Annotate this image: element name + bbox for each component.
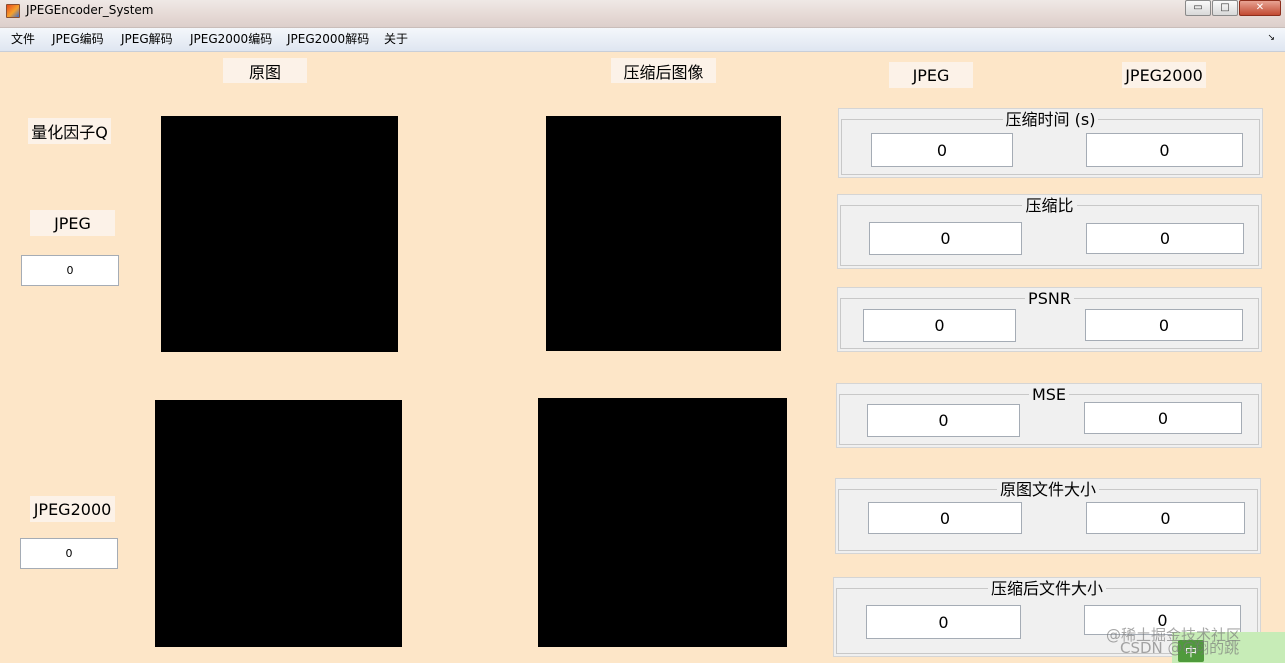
menu-about[interactable]: 关于	[384, 32, 408, 46]
jpeg2000-q-label: JPEG2000	[30, 496, 115, 522]
original-size-jpeg2000-field[interactable]: 0	[1086, 502, 1245, 534]
panel-compress-ratio: 压缩比 0 0	[837, 194, 1262, 269]
compress-time-jpeg2000-field[interactable]: 0	[1086, 133, 1243, 167]
window-controls: ▭ □ ✕	[1184, 0, 1281, 16]
compress-time-jpeg-field[interactable]: 0	[871, 133, 1013, 167]
menu-jpeg2000-decode[interactable]: JPEG2000解码	[287, 32, 369, 46]
jpeg-q-input[interactable]: 0	[21, 255, 119, 286]
panel-title: MSE	[1028, 385, 1070, 404]
panel-mse: MSE 0 0	[836, 383, 1262, 448]
psnr-jpeg-field[interactable]: 0	[863, 309, 1016, 342]
jpeg-compressed-image	[546, 116, 781, 351]
minimize-button[interactable]: ▭	[1185, 0, 1211, 16]
panel-title: 压缩时间 (s)	[1002, 110, 1099, 129]
menu-bar: 文件 JPEG编码 JPEG解码 JPEG2000编码 JPEG2000解码 关…	[0, 28, 1285, 52]
close-button[interactable]: ✕	[1239, 0, 1281, 16]
jpeg2000-q-input[interactable]: 0	[20, 538, 118, 569]
panel-title: 压缩比	[1022, 196, 1077, 215]
q-factor-label: 量化因子Q	[28, 118, 111, 144]
header-compressed: 压缩后图像	[611, 58, 716, 83]
header-original: 原图	[223, 58, 307, 83]
mse-jpeg2000-field[interactable]: 0	[1084, 402, 1242, 434]
jpeg2000-compressed-image	[538, 398, 787, 647]
menu-file[interactable]: 文件	[11, 32, 35, 46]
jpeg-original-image	[161, 116, 398, 352]
panel-psnr: PSNR 0 0	[837, 287, 1262, 352]
panel-title: PSNR	[1025, 289, 1074, 308]
mse-jpeg-field[interactable]: 0	[867, 404, 1020, 437]
menu-overflow-icon[interactable]: ↘	[1267, 33, 1275, 43]
jpeg-q-label: JPEG	[30, 210, 115, 236]
watermark-csdn: CSDN @G翔的跳	[1120, 639, 1240, 657]
header-jpeg2000: JPEG2000	[1122, 62, 1206, 88]
compressed-size-jpeg-field[interactable]: 0	[866, 605, 1021, 639]
panel-compress-time: 压缩时间 (s) 0 0	[838, 108, 1263, 178]
compress-ratio-jpeg-field[interactable]: 0	[869, 222, 1022, 255]
panel-title: 原图文件大小	[996, 480, 1099, 499]
menu-jpeg-decode[interactable]: JPEG解码	[121, 32, 173, 46]
panel-title: 压缩后文件大小	[987, 579, 1106, 598]
psnr-jpeg2000-field[interactable]: 0	[1085, 309, 1243, 341]
matlab-icon	[6, 4, 20, 18]
jpeg2000-original-image	[155, 400, 402, 647]
menu-jpeg-encode[interactable]: JPEG编码	[52, 32, 104, 46]
maximize-button[interactable]: □	[1212, 0, 1238, 16]
title-bar[interactable]: JPEGEncoder_System ▭ □ ✕	[0, 0, 1285, 28]
panel-original-size: 原图文件大小 0 0	[835, 478, 1261, 554]
header-jpeg: JPEG	[889, 62, 973, 88]
window-title: JPEGEncoder_System	[26, 3, 154, 17]
menu-jpeg2000-encode[interactable]: JPEG2000编码	[190, 32, 272, 46]
original-size-jpeg-field[interactable]: 0	[868, 502, 1022, 534]
compress-ratio-jpeg2000-field[interactable]: 0	[1086, 223, 1244, 254]
